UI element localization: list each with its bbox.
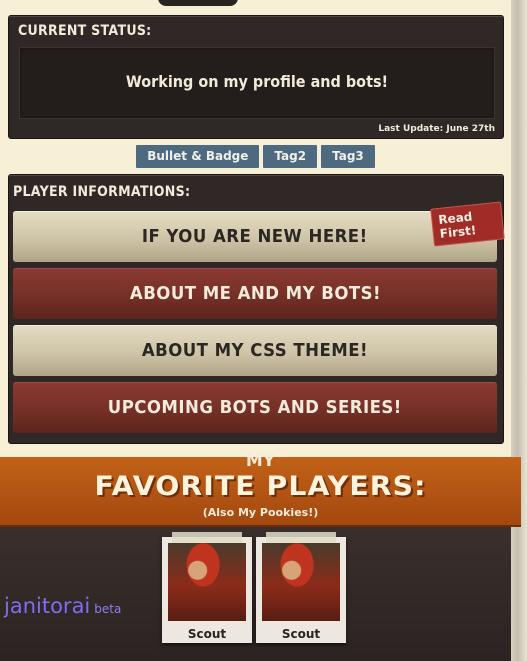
about-me-label: ABOUT ME AND MY BOTS! (129, 283, 381, 304)
last-update-label: Last Update: June 27th (378, 124, 495, 134)
page-scroll-edge (511, 0, 527, 661)
player-photo (168, 543, 246, 621)
player-name: Scout (187, 627, 227, 641)
tape-decoration (266, 532, 336, 543)
brand-name: janitorai (4, 594, 91, 618)
upcoming-bots-label: UPCOMING BOTS AND SERIES! (108, 397, 402, 418)
tag-3[interactable]: Tag3 (321, 145, 375, 168)
current-status-title: CURRENT STATUS: (18, 23, 152, 39)
favorites-my-label: MY (245, 451, 276, 471)
player-info-title: PLAYER INFORMATIONS: (13, 184, 191, 200)
player-card[interactable]: Scout (256, 532, 346, 643)
janitorai-logo[interactable]: janitorai beta (4, 594, 121, 618)
top-tab-edge (158, 0, 238, 6)
upcoming-bots-button[interactable]: UPCOMING BOTS AND SERIES! (13, 382, 497, 433)
status-message: Working on my profile and bots! (125, 72, 389, 91)
css-theme-button[interactable]: ABOUT MY CSS THEME! (13, 325, 497, 376)
current-status-panel: CURRENT STATUS: Working on my profile an… (8, 15, 504, 139)
tag-row: Bullet & Badge Tag2 Tag3 (0, 145, 511, 168)
player-photo (262, 543, 340, 621)
favorite-players-banner: MY FAVORITE PLAYERS: (Also My Pookies!) (0, 451, 521, 527)
status-message-box: Working on my profile and bots! (19, 47, 495, 119)
css-theme-label: ABOUT MY CSS THEME! (141, 340, 369, 361)
new-here-label: IF YOU ARE NEW HERE! (142, 226, 368, 247)
brand-badge: beta (94, 602, 122, 616)
tag-2[interactable]: Tag2 (263, 145, 318, 168)
new-here-button[interactable]: IF YOU ARE NEW HERE! (13, 211, 497, 262)
player-name: Scout (281, 627, 321, 641)
favorites-subtitle: (Also My Pookies!) (202, 506, 319, 519)
player-card[interactable]: Scout (162, 532, 252, 643)
favorites-title: FAVORITE PLAYERS: (94, 471, 427, 502)
tape-decoration (172, 532, 242, 543)
player-info-panel: PLAYER INFORMATIONS: IF YOU ARE NEW HERE… (8, 174, 505, 444)
about-me-button[interactable]: ABOUT ME AND MY BOTS! (13, 268, 497, 319)
read-first-badge: Read First! (430, 201, 505, 247)
tag-bullet-badge[interactable]: Bullet & Badge (136, 145, 260, 168)
